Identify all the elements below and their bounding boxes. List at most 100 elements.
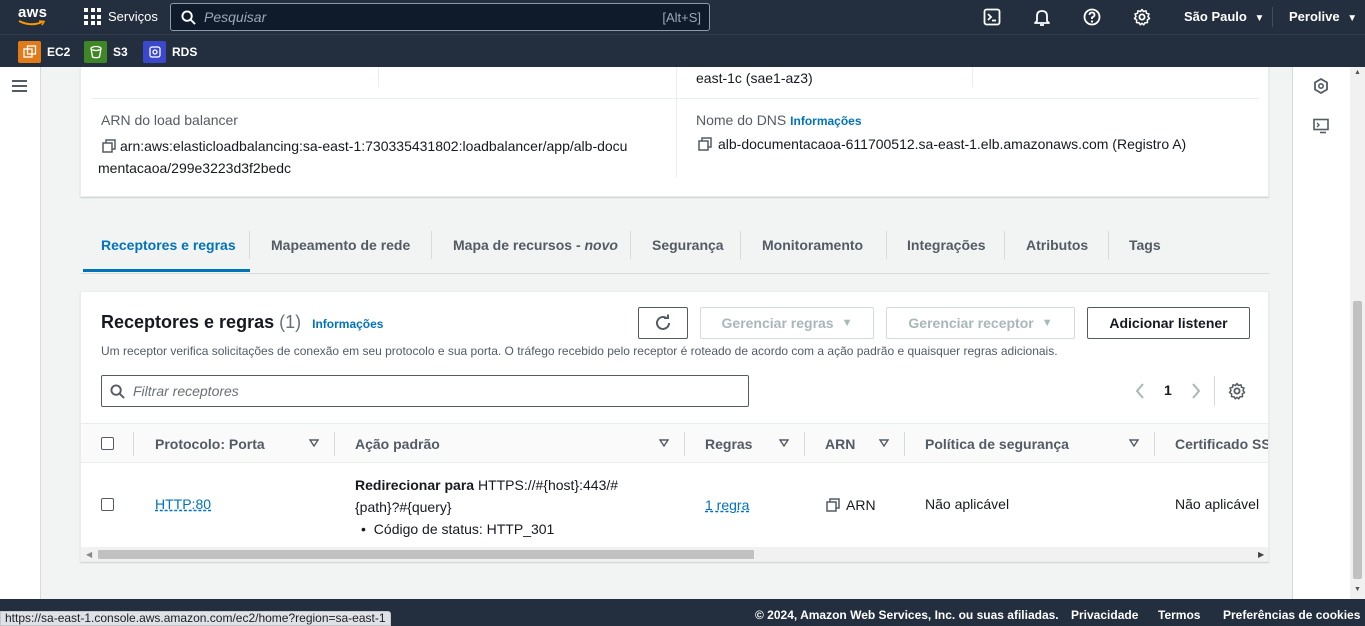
select-all-checkbox[interactable] [101,437,114,450]
vertical-scroll-thumb[interactable] [1353,301,1362,579]
add-listener-button[interactable]: Adicionar listener [1087,307,1250,339]
services-menu-button[interactable]: Serviços [84,8,158,25]
aws-logo[interactable]: aws [18,5,52,29]
sort-caret-icon[interactable] [1129,439,1139,447]
favorite-rds[interactable]: RDS [143,41,197,63]
availability-zone-value: east-1c (sae1-az3) [696,70,813,86]
favorite-s3[interactable]: S3 [84,41,128,63]
account-menu[interactable]: Perolive ▼ [1289,9,1357,24]
tab-monitoring[interactable]: Monitoramento [762,237,863,253]
favorite-label: RDS [172,45,198,59]
dns-info-link[interactable]: Informações [790,114,861,128]
sort-caret-icon[interactable] [879,439,889,447]
scroll-up-arrow-icon[interactable]: ▲ [1354,69,1361,76]
feedback-screen-icon[interactable] [1313,118,1329,134]
horizontal-scroll-thumb[interactable] [98,550,754,559]
filter-listeners-input[interactable] [133,383,748,399]
search-icon [181,9,196,25]
sort-caret-icon[interactable] [779,439,789,447]
action-redirect-target: HTTPS://#{host}:443/# [474,477,619,493]
current-page-number[interactable]: 1 [1164,382,1172,398]
listener-protocol-link[interactable]: HTTP:80 [155,496,211,512]
dns-text: alb-documentacaoa-611700512.sa-east-1.el… [718,136,1187,152]
column-header-ssl-certificate[interactable]: Certificado SSL [1175,436,1268,452]
s3-bucket-icon [84,41,107,63]
table-preferences-gear-icon[interactable] [1228,382,1246,400]
filter-listeners[interactable] [101,375,749,407]
manage-rules-button[interactable]: Gerenciar regras ▼ [700,307,874,339]
tab-integrations[interactable]: Integrações [907,237,986,253]
sort-caret-icon[interactable] [659,439,669,447]
favorite-ec2[interactable]: EC2 [18,41,70,63]
column-header-arn[interactable]: ARN [825,436,855,452]
footer-privacy-link[interactable]: Privacidade [1071,608,1138,622]
menu-hamburger-icon[interactable] [12,80,27,92]
caret-down-icon: ▼ [1347,13,1358,24]
arn-copy-label: ARN [846,497,876,513]
next-page-chevron-icon[interactable] [1191,383,1201,399]
tab-listeners-and-rules[interactable]: Receptores e regras [101,237,236,253]
column-divider [676,67,677,177]
column-header-rules[interactable]: Regras [705,436,752,452]
favorite-label: EC2 [47,45,71,59]
nav-divider [1272,7,1273,27]
aws-smile-icon [18,20,46,26]
footer-copyright: © 2024, Amazon Web Services, Inc. ou sua… [755,608,1059,622]
info-panel-hexagon-icon[interactable] [1313,78,1329,94]
scroll-left-arrow-icon[interactable]: ◀ [86,550,92,559]
global-search[interactable]: [Alt+S] [170,3,710,31]
table-horizontal-scrollbar[interactable]: ◀ ▶ [81,547,1268,561]
search-shortcut: [Alt+S] [662,9,701,25]
rules-count-link[interactable]: 1 regra [705,497,749,513]
manage-rules-label: Gerenciar regras [721,315,834,331]
aws-logo-text: aws [18,4,48,21]
scroll-down-arrow-icon[interactable]: ▼ [1354,586,1361,593]
row-select-checkbox[interactable] [101,498,114,511]
listeners-info-link[interactable]: Informações [312,317,383,331]
region-selector[interactable]: São Paulo ▼ [1184,9,1264,24]
notifications-bell-icon[interactable] [1033,8,1051,26]
tab-resource-map-label: Mapa de recursos - [453,237,585,253]
listeners-panel: Receptores e regras (1) Informações Gere… [80,291,1269,562]
dns-value: alb-documentacaoa-611700512.sa-east-1.el… [698,136,1186,152]
copy-icon[interactable] [102,139,116,153]
tab-attributes[interactable]: Atributos [1026,237,1088,253]
sort-caret-icon[interactable] [309,439,319,447]
security-policy-value: Não aplicável [925,496,1010,512]
footer-terms-link[interactable]: Termos [1158,608,1200,622]
listeners-table-header: Protocolo: Porta Ação padrão Regras ARN … [81,423,1268,463]
scroll-right-arrow-icon[interactable]: ▶ [1258,550,1264,559]
right-utility-rail [1292,67,1350,599]
tab-network-mapping[interactable]: Mapeamento de rede [271,237,410,253]
dns-label: Nome do DNS [696,112,787,128]
manage-listener-button[interactable]: Gerenciar receptor ▼ [886,307,1075,339]
caret-down-icon: ▼ [841,317,853,329]
copy-icon[interactable] [826,498,840,512]
copy-icon[interactable] [698,137,712,151]
tab-divider [431,231,432,259]
side-navigation-rail [0,67,41,599]
caret-down-icon: ▼ [1254,13,1265,24]
tab-security[interactable]: Segurança [652,237,724,253]
tab-tags[interactable]: Tags [1129,237,1161,253]
search-input[interactable] [204,9,663,25]
column-header-default-action[interactable]: Ação padrão [355,436,440,452]
page-vertical-scrollbar[interactable]: ▲ ▼ [1350,67,1365,599]
settings-gear-icon[interactable] [1133,8,1151,26]
column-header-security-policy[interactable]: Política de segurança [925,436,1069,452]
tab-resource-map[interactable]: Mapa de recursos - novo [453,237,618,253]
listeners-count: (1) [279,312,302,332]
cloudshell-icon[interactable] [983,8,1001,26]
listeners-description: Um receptor verifica solicitações de con… [101,344,1058,358]
column-header-protocol-port[interactable]: Protocolo: Porta [155,436,265,452]
browser-status-url: https://sa-east-1.console.aws.amazon.com… [0,611,391,626]
load-balancer-details: east-1c (sae1-az3) ARN do load balancer … [80,67,1269,197]
rds-database-icon [143,41,166,63]
account-label: Perolive [1289,9,1340,24]
footer-cookie-preferences-link[interactable]: Preferências de cookies [1223,608,1360,622]
help-icon[interactable] [1083,8,1101,26]
arn-cell[interactable]: ARN [826,497,876,513]
previous-page-chevron-icon[interactable] [1135,383,1145,399]
dns-label-group: Nome do DNS Informações [696,112,862,128]
refresh-button[interactable] [638,307,688,339]
